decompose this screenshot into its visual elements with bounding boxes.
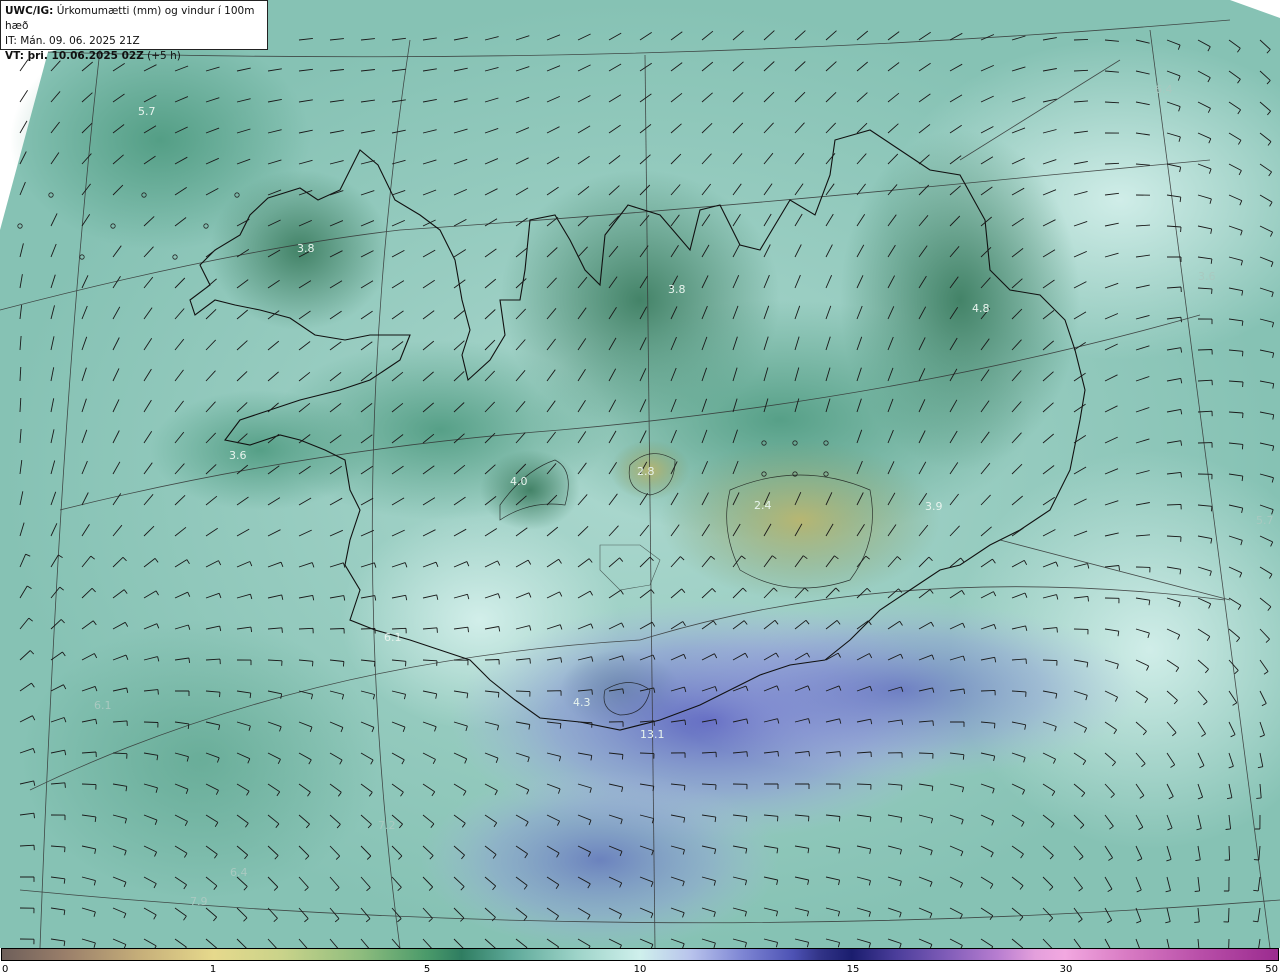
value-label: 4.8: [972, 302, 990, 315]
value-label: 5.7: [138, 105, 156, 118]
value-label: 3.8: [297, 242, 315, 255]
colorbar-tick: 10: [633, 964, 647, 975]
model-label: UWC/IG:: [5, 5, 54, 17]
value-label: 3.9: [925, 500, 943, 513]
value-label: 6.1: [384, 631, 402, 644]
value-label: 3.8: [668, 283, 686, 296]
precipitation-wind-map[interactable]: 5.7 3.8 3.8 4.8 3.6 4.0 2.8 2.4 3.9 6.1 …: [0, 0, 1280, 948]
colorbar-tick: 1: [209, 964, 217, 975]
value-label: 3.6: [1198, 270, 1216, 283]
colorbar-tick: 15: [846, 964, 860, 975]
value-label: 6.4: [230, 866, 248, 879]
colorbar-tick: 0: [2, 964, 9, 975]
map-area[interactable]: 5.7 3.8 3.8 4.8 3.6 4.0 2.8 2.4 3.9 6.1 …: [0, 0, 1280, 948]
initial-time: IT: Mán. 09. 06. 2025 21Z: [5, 35, 140, 47]
colorbar-gradient: [1, 948, 1279, 961]
value-label: 3.6: [229, 449, 247, 462]
colorbar-tick: 5: [423, 964, 431, 975]
colorbar-tick: 50: [1265, 964, 1278, 975]
value-label: 6.1: [94, 699, 112, 712]
colorbar-tick: 30: [1059, 964, 1073, 975]
value-label: 2.4: [754, 499, 772, 512]
map-info-header: UWC/IG: Úrkomumætti (mm) og vindur í 100…: [0, 0, 268, 62]
value-label: 4.0: [510, 475, 528, 488]
wind-barb: [1073, 38, 1089, 41]
value-label: 6.4: [1155, 83, 1173, 96]
value-label: 13.1: [640, 728, 665, 741]
forecast-offset: (+5 h): [143, 50, 181, 62]
value-label: 5.7: [1256, 514, 1274, 527]
value-label: 4.3: [573, 696, 591, 709]
value-label: 2.8: [637, 465, 655, 478]
colorbar: 0 1 5 10 15 30 50: [0, 948, 1280, 978]
value-label: 7.9: [190, 895, 208, 908]
value-label: 7.2: [378, 819, 396, 832]
valid-time: VT: þri. 10.06.2025 02Z: [5, 50, 144, 62]
